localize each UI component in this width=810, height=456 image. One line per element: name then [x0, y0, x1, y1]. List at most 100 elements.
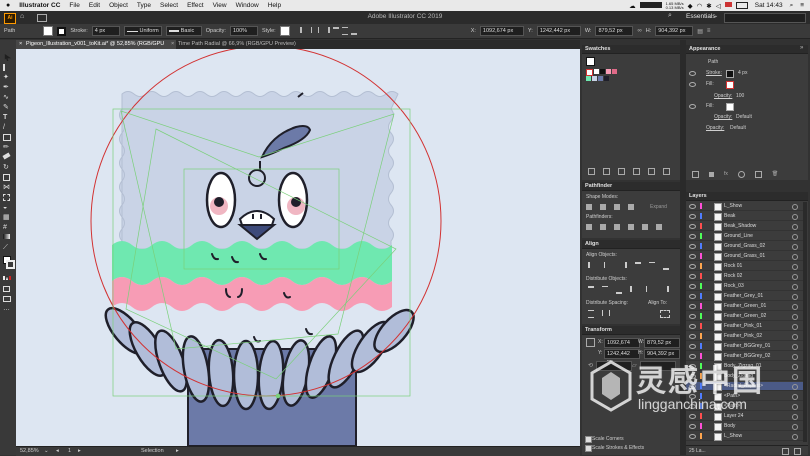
- menu-select[interactable]: Select: [160, 2, 178, 9]
- swatch-none[interactable]: [586, 69, 593, 76]
- dist-right-icon[interactable]: [661, 286, 669, 292]
- dist-bottom-icon[interactable]: [616, 286, 622, 294]
- edit-toolbar-icon[interactable]: …: [3, 305, 12, 313]
- opacity-row-label[interactable]: Opacity:: [706, 125, 724, 131]
- layer-name[interactable]: Feather_Green_02: [724, 312, 766, 320]
- expand-button[interactable]: Expand: [650, 204, 667, 210]
- tab-pigeon-illustration[interactable]: × Pigeon_Illustration_v001_toKit.ai* @ 5…: [16, 40, 176, 56]
- stroke-swatch[interactable]: [57, 26, 67, 36]
- line-tool-icon[interactable]: /: [3, 124, 12, 131]
- layer-visibility-eye-icon[interactable]: [689, 244, 696, 249]
- layer-name[interactable]: Ground_Line: [724, 232, 753, 240]
- layer-target-icon[interactable]: [792, 304, 798, 310]
- add-fill-icon[interactable]: [709, 171, 714, 177]
- none-icon[interactable]: [9, 276, 11, 280]
- layer-row[interactable]: Feather_Pink_02: [686, 332, 804, 341]
- cloud-icon[interactable]: ☁: [629, 2, 636, 10]
- width-tool-icon[interactable]: ⋈: [3, 184, 12, 191]
- draw-mode-icon[interactable]: [3, 286, 10, 292]
- volume-icon[interactable]: ◁: [716, 2, 721, 10]
- swatch-black[interactable]: [600, 69, 605, 74]
- fill-none-swatch[interactable]: [726, 81, 734, 89]
- new-swatch-icon[interactable]: [648, 167, 655, 175]
- stroke-color-swatch[interactable]: [726, 70, 734, 78]
- layer-name[interactable]: Rock_03: [724, 282, 744, 290]
- variable-width-profile[interactable]: Uniform: [123, 26, 162, 36]
- screen-mode-icon[interactable]: [3, 296, 11, 302]
- layer-name[interactable]: Feather_Pink_01: [724, 322, 762, 330]
- y-field[interactable]: 1242,442 px: [536, 26, 581, 36]
- layer-visibility-eye-icon[interactable]: [689, 204, 696, 209]
- eyedropper-tool-icon[interactable]: ⟋: [3, 244, 12, 251]
- wifi-icon[interactable]: ◠: [697, 2, 703, 10]
- align-middle-icon[interactable]: [341, 27, 348, 35]
- mesh-tool-icon[interactable]: #: [3, 224, 12, 231]
- layer-visibility-eye-icon[interactable]: [689, 224, 696, 229]
- layer-row[interactable]: L_Show: [686, 202, 804, 211]
- type-tool-icon[interactable]: T: [3, 114, 12, 121]
- apple-icon[interactable]: ●: [6, 2, 10, 9]
- layer-target-icon[interactable]: [792, 224, 798, 230]
- flag-icon[interactable]: [724, 1, 732, 7]
- layer-row[interactable]: Body: [686, 422, 804, 431]
- layer-name[interactable]: Rock 01: [724, 262, 742, 270]
- layer-name[interactable]: Ground_Grass_01: [724, 252, 765, 260]
- opacity-row-label[interactable]: Opacity:: [714, 93, 732, 99]
- transform-w-field[interactable]: 879,52 px: [644, 338, 680, 348]
- dist-top-icon[interactable]: [588, 286, 594, 294]
- layer-target-icon[interactable]: [792, 344, 798, 350]
- visibility-eye-icon[interactable]: [689, 82, 696, 87]
- swatch-rose[interactable]: [612, 69, 617, 74]
- layer-visibility-eye-icon[interactable]: [689, 434, 696, 439]
- dist-left-icon[interactable]: [630, 286, 638, 292]
- layer-row[interactable]: Rock_03: [686, 282, 804, 291]
- layer-visibility-eye-icon[interactable]: [689, 234, 696, 239]
- color-icon[interactable]: [3, 276, 5, 280]
- layer-name[interactable]: Feather_Grey_01: [724, 292, 763, 300]
- bluetooth-icon[interactable]: ✱: [706, 2, 711, 10]
- style-label[interactable]: Style:: [262, 28, 276, 34]
- layer-row[interactable]: Feather_Pink_01: [686, 322, 804, 331]
- curvature-tool-icon[interactable]: ∿: [3, 94, 12, 101]
- rotate-tool-icon[interactable]: ↻: [3, 164, 12, 171]
- layer-row[interactable]: Feather_Green_02: [686, 312, 804, 321]
- h-align-right-icon[interactable]: [619, 262, 627, 268]
- layer-name[interactable]: Beak_Shadow: [724, 222, 756, 230]
- space-vertical-icon[interactable]: [588, 310, 594, 318]
- swatch-blue[interactable]: [598, 76, 603, 81]
- layer-target-icon[interactable]: [792, 234, 798, 240]
- align-to-selection-icon[interactable]: [660, 310, 670, 318]
- layer-name[interactable]: Feather_BGGrey_01: [724, 342, 770, 350]
- align-top-icon[interactable]: [332, 27, 339, 35]
- layer-name[interactable]: Ground_Grass_02: [724, 242, 765, 250]
- workspace-chevron-icon[interactable]: ⌄: [714, 13, 718, 19]
- reference-point-icon[interactable]: [586, 338, 595, 347]
- layer-name[interactable]: Feather_Pink_02: [724, 332, 762, 340]
- minus-front-icon[interactable]: [600, 204, 606, 210]
- layer-target-icon[interactable]: [792, 424, 798, 430]
- menu-window[interactable]: Window: [236, 2, 259, 9]
- layer-visibility-eye-icon[interactable]: [689, 344, 696, 349]
- fill-row-label[interactable]: Fill:: [706, 81, 714, 87]
- search-icon[interactable]: ⌕: [668, 12, 672, 20]
- v-align-center-icon[interactable]: [649, 262, 655, 269]
- layer-target-icon[interactable]: [792, 284, 798, 290]
- opacity-row-value[interactable]: Default: [730, 125, 746, 131]
- h-field[interactable]: 904,392 px: [655, 26, 694, 36]
- layer-visibility-eye-icon[interactable]: [689, 334, 696, 339]
- scale-strokes-checkbox[interactable]: [585, 445, 592, 452]
- layer-visibility-eye-icon[interactable]: [689, 254, 696, 259]
- swatch-group-icon[interactable]: [618, 167, 625, 175]
- layer-visibility-eye-icon[interactable]: [689, 294, 696, 299]
- layer-name[interactable]: L_Show: [724, 432, 742, 440]
- free-transform-tool-icon[interactable]: [3, 194, 10, 201]
- menu-app-name[interactable]: Illustrator CC: [19, 2, 60, 9]
- swatch-library-icon[interactable]: [588, 167, 595, 175]
- align-bottom-icon[interactable]: [350, 27, 357, 35]
- menu-list-icon[interactable]: ≡: [800, 2, 804, 9]
- layer-row[interactable]: Beak: [686, 212, 804, 221]
- magic-wand-tool-icon[interactable]: ✦: [3, 74, 12, 81]
- gradient-icon[interactable]: [6, 276, 8, 280]
- menu-view[interactable]: View: [213, 2, 227, 9]
- layer-visibility-eye-icon[interactable]: [689, 304, 696, 309]
